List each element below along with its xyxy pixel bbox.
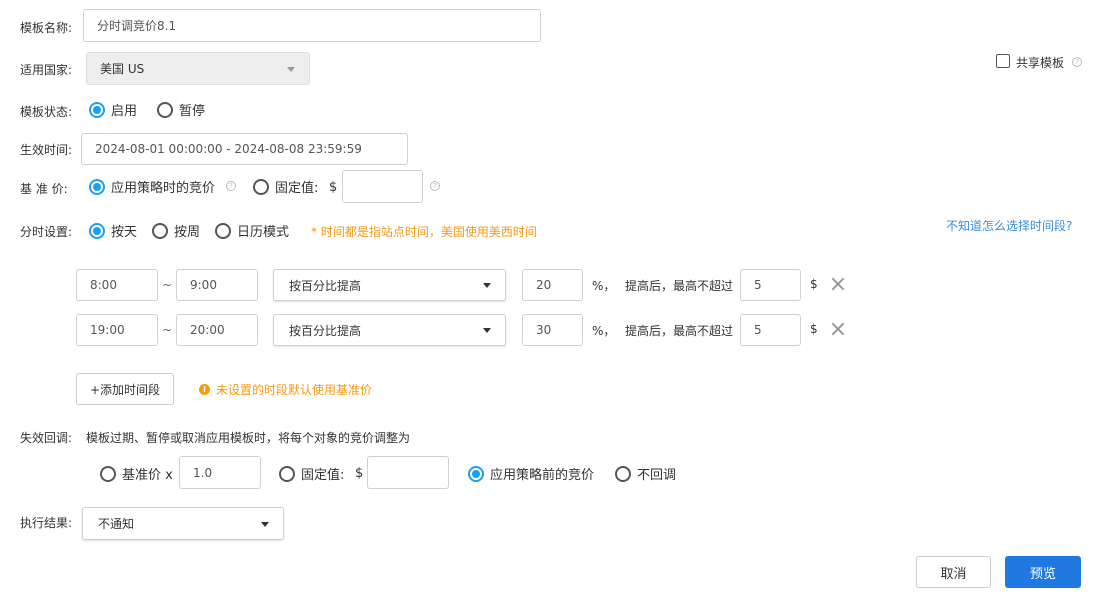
fallback-radio-pre-strategy[interactable]: 应用策略前的竞价 (468, 464, 594, 483)
percent-suffix: %， (592, 279, 616, 293)
currency-symbol: $ (329, 180, 338, 195)
country-value: 美国 US (100, 62, 145, 76)
info-icon: i (199, 384, 210, 395)
fallback-label: 失效回调: (20, 431, 73, 445)
template-name-input[interactable]: 分时调竞价8.1 (83, 9, 541, 42)
range-separator: ~ (162, 323, 173, 337)
radio-unchecked-icon (215, 222, 231, 239)
base-price-fixed-input[interactable] (342, 170, 423, 203)
period-percent-input[interactable]: 20 (522, 269, 583, 301)
result-label: 执行结果: (20, 516, 73, 530)
period-end-input[interactable]: 20:00 (176, 314, 258, 346)
radio-unchecked-icon (615, 465, 631, 482)
base-price-label: 基 准 价: (20, 182, 68, 196)
default-period-note: i 未设置的时段默认使用基准价 (199, 381, 372, 398)
radio-unchecked-icon (279, 465, 295, 482)
percent-suffix: %， (592, 324, 616, 338)
radio-checked-icon (89, 222, 105, 239)
range-separator: ~ (162, 278, 173, 292)
help-icon[interactable]: ? (226, 181, 236, 191)
chevron-down-icon (261, 521, 269, 527)
period-mode-select[interactable]: 按百分比提高 (273, 269, 506, 301)
share-template-label: 共享模板 (1016, 56, 1065, 70)
help-icon[interactable]: ? (430, 181, 440, 191)
period-start-input[interactable]: 8:00 (76, 269, 158, 301)
radio-unchecked-icon (157, 101, 173, 118)
effective-time-label: 生效时间: (20, 143, 73, 157)
period-cap-input[interactable]: 5 (740, 269, 801, 301)
fallback-radio-fixed[interactable]: 固定值: (279, 464, 344, 483)
chevron-down-icon (483, 328, 491, 333)
base-price-radio-strategy[interactable]: 应用策略时的竞价 (89, 177, 215, 196)
currency-symbol: $ (810, 277, 818, 291)
time-zone-note: * 时间都是指站点时间，美国使用美西时间 (311, 225, 537, 239)
radio-checked-icon (468, 465, 484, 482)
radio-checked-icon (89, 101, 105, 118)
preview-button[interactable]: 预览 (1005, 556, 1081, 588)
period-cap-input[interactable]: 5 (740, 314, 801, 346)
country-label: 适用国家: (20, 63, 73, 77)
remove-period-icon[interactable] (831, 322, 845, 336)
time-setting-label: 分时设置: (20, 225, 73, 239)
time-period-help-link[interactable]: 不知道怎么选择时间段? (946, 217, 1072, 234)
radio-checked-icon (89, 178, 105, 195)
time-setting-radio-week[interactable]: 按周 (152, 221, 200, 240)
status-label: 模板状态: (20, 105, 73, 119)
time-setting-radio-calendar[interactable]: 日历模式 (215, 221, 289, 240)
period-mode-select[interactable]: 按百分比提高 (273, 314, 506, 346)
cancel-button[interactable]: 取消 (916, 556, 991, 588)
fallback-multiplier-input[interactable]: 1.0 (179, 456, 261, 489)
period-start-input[interactable]: 19:00 (76, 314, 158, 346)
currency-symbol: $ (355, 466, 364, 481)
radio-unchecked-icon (152, 222, 168, 239)
help-icon[interactable]: ? (1072, 57, 1082, 67)
chevron-down-icon (287, 66, 295, 72)
result-select[interactable]: 不通知 (82, 507, 284, 540)
effective-time-input[interactable]: 2024-08-01 00:00:00 - 2024-08-08 23:59:5… (81, 133, 408, 165)
currency-symbol: $ (810, 322, 818, 336)
cap-label: 提高后，最高不超过 (625, 279, 734, 293)
remove-period-icon[interactable] (831, 277, 845, 291)
fallback-fixed-input[interactable] (367, 456, 449, 489)
radio-unchecked-icon (253, 178, 269, 195)
status-radio-enabled[interactable]: 启用 (89, 100, 137, 119)
fallback-description: 模板过期、暂停或取消应用模板时，将每个对象的竞价调整为 (86, 431, 411, 445)
period-percent-input[interactable]: 30 (522, 314, 583, 346)
period-end-input[interactable]: 9:00 (176, 269, 258, 301)
chevron-down-icon (483, 283, 491, 288)
add-period-button[interactable]: +添加时间段 (76, 373, 174, 405)
radio-unchecked-icon (100, 465, 116, 482)
time-setting-radio-day[interactable]: 按天 (89, 221, 137, 240)
cap-label: 提高后，最高不超过 (625, 324, 734, 338)
template-name-label: 模板名称: (20, 21, 73, 35)
status-radio-paused[interactable]: 暂停 (157, 100, 205, 119)
base-price-radio-fixed[interactable]: 固定值: (253, 177, 318, 196)
share-template-checkbox[interactable] (996, 54, 1010, 68)
country-select[interactable]: 美国 US (86, 52, 310, 85)
fallback-radio-base-multiplier[interactable]: 基准价 x (100, 464, 173, 483)
fallback-radio-none[interactable]: 不回调 (615, 464, 676, 483)
